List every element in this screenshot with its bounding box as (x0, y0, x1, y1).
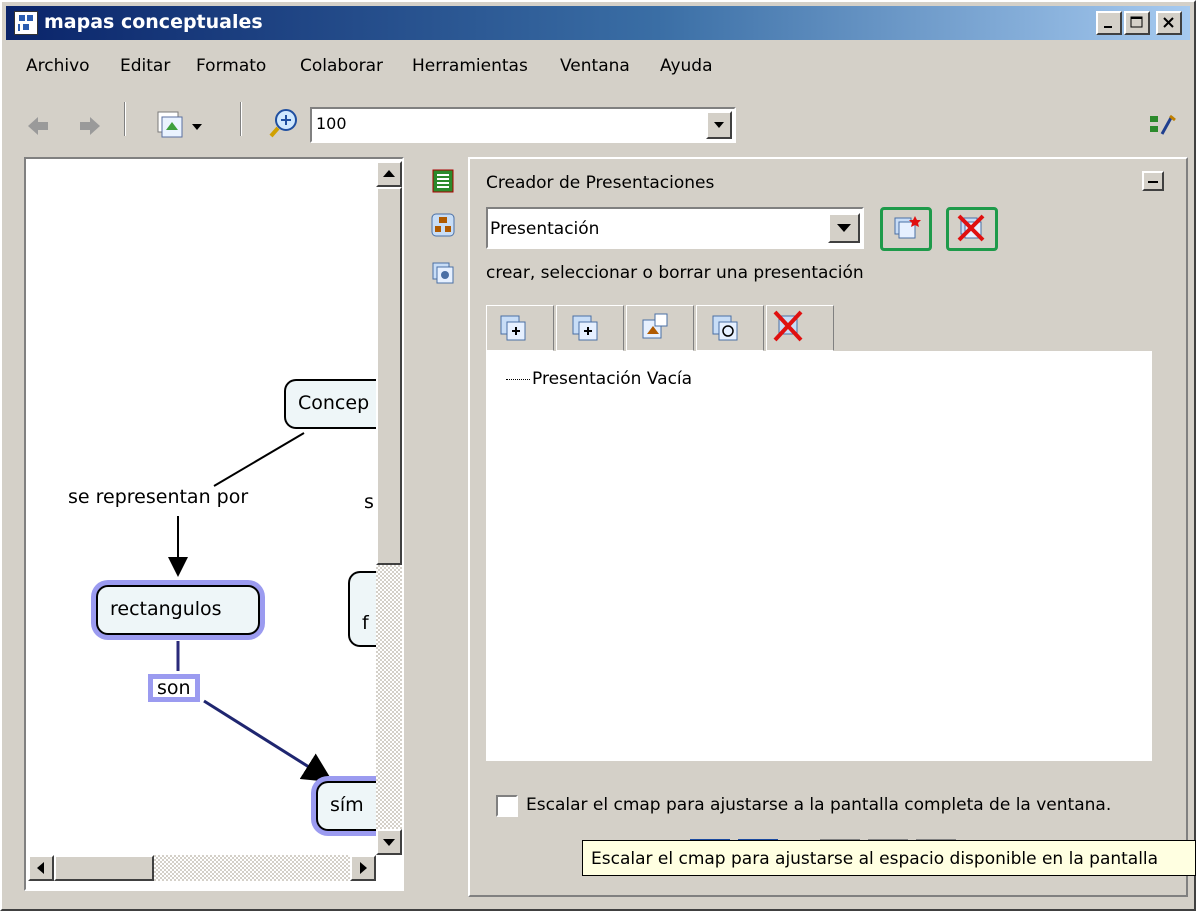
panel-title: Creador de Presentaciones (486, 173, 715, 193)
app-icon (14, 11, 38, 35)
presentation-hint: crear, seleccionar o borrar una presenta… (486, 263, 864, 283)
edit-slide-button[interactable] (626, 305, 694, 351)
add-slide-icon (572, 315, 598, 341)
add-slide-single-button[interactable] (556, 305, 624, 351)
menu-bar: Archivo Editar Formato Colaborar Herrami… (6, 50, 1190, 80)
map-canvas-frame: Concep se representan por s rectangulos … (24, 157, 404, 891)
arrow-up-icon (383, 170, 395, 177)
menu-formato[interactable]: Formato (196, 56, 266, 76)
scale-fullscreen-label: Escalar el cmap para ajustarse a la pant… (526, 795, 1112, 815)
minimize-button[interactable] (1096, 11, 1122, 35)
edit-slide-icon (642, 313, 668, 339)
maximize-icon (1130, 16, 1143, 28)
concept-node[interactable]: Concep (284, 379, 376, 429)
menu-ventana[interactable]: Ventana (560, 56, 630, 76)
tree-item-empty-presentation[interactable]: Presentación Vacía (506, 369, 692, 389)
view-icon[interactable] (152, 108, 208, 142)
connector-line (213, 432, 305, 487)
scroll-up-button[interactable] (376, 161, 402, 187)
menu-archivo[interactable]: Archivo (26, 56, 90, 76)
zoom-dropdown-button[interactable] (706, 111, 732, 139)
link-label-son[interactable]: son (148, 674, 200, 702)
arrow-left-icon (37, 862, 44, 874)
maximize-button[interactable] (1124, 11, 1150, 35)
title-bar[interactable]: mapas conceptuales (6, 6, 1190, 40)
minus-icon (1148, 181, 1158, 183)
app-window: mapas conceptuales Archivo Editar Format… (0, 0, 1196, 911)
slide-toolbar (486, 305, 1152, 351)
toolbar-separator (240, 102, 242, 136)
chevron-down-icon (837, 224, 851, 232)
window-title: mapas conceptuales (44, 11, 263, 33)
close-button[interactable] (1156, 11, 1182, 35)
map-canvas[interactable]: Concep se representan por s rectangulos … (28, 161, 376, 877)
new-presentation-icon (894, 216, 921, 239)
add-slides-icon (500, 315, 526, 341)
scale-fullscreen-checkbox[interactable] (496, 795, 518, 817)
link-label-se-representan-por[interactable]: se representan por (68, 486, 248, 508)
zoom-icon[interactable] (268, 106, 304, 142)
delete-presentation-button[interactable] (946, 207, 998, 251)
presentation-tree[interactable]: Presentación Vacía (486, 351, 1152, 761)
menu-colaborar[interactable]: Colaborar (300, 56, 383, 76)
vertical-scrollbar[interactable] (376, 161, 402, 855)
rectangulos-node[interactable]: rectangulos (96, 585, 260, 635)
simbolos-node[interactable]: sím (316, 781, 376, 831)
delete-slide-button[interactable] (766, 305, 834, 351)
arrow-right-icon (360, 862, 367, 874)
horizontal-scroll-thumb[interactable] (54, 855, 154, 881)
chevron-down-icon (714, 122, 724, 128)
menu-herramientas[interactable]: Herramientas (412, 56, 528, 76)
tooltip: Escalar el cmap para ajustarse al espaci… (582, 840, 1196, 876)
partial-node[interactable]: f (348, 571, 376, 647)
info-panel-icon[interactable] (430, 168, 456, 194)
forward-arrow-icon[interactable] (76, 114, 102, 138)
close-icon (1163, 17, 1174, 28)
scroll-right-button[interactable] (350, 855, 376, 881)
horizontal-scrollbar[interactable] (28, 855, 376, 881)
delete-presentation-icon (957, 214, 985, 242)
add-slide-button[interactable] (486, 305, 554, 351)
delete-slide-icon (773, 310, 803, 342)
cmap-style-icon[interactable] (430, 212, 456, 238)
scroll-left-button[interactable] (28, 855, 54, 881)
panel-minimize-button[interactable] (1142, 171, 1164, 191)
minimize-icon (1104, 26, 1112, 28)
connector-arrow (203, 699, 334, 783)
new-presentation-button[interactable] (880, 207, 932, 251)
link-label-partial[interactable]: s (364, 491, 374, 513)
vertical-scroll-thumb[interactable] (376, 187, 402, 565)
presentation-panel: Creador de Presentaciones Presentación c… (468, 157, 1188, 897)
presentation-icon[interactable] (430, 260, 456, 286)
scroll-down-button[interactable] (376, 829, 402, 855)
refresh-slide-button[interactable] (696, 305, 764, 351)
arrow-down-icon (383, 839, 395, 846)
presentation-dropdown-button[interactable] (828, 213, 860, 243)
presentation-select[interactable]: Presentación (486, 207, 864, 249)
menu-editar[interactable]: Editar (120, 56, 170, 76)
map-connections (168, 432, 334, 783)
presentation-select-value: Presentación (490, 219, 600, 239)
back-arrow-icon[interactable] (26, 114, 52, 138)
style-icon[interactable] (1148, 112, 1178, 138)
refresh-slide-icon (712, 315, 738, 341)
zoom-input[interactable] (316, 114, 686, 133)
toolbar-separator (124, 102, 126, 136)
menu-ayuda[interactable]: Ayuda (660, 56, 713, 76)
zoom-combobox[interactable] (310, 107, 736, 143)
